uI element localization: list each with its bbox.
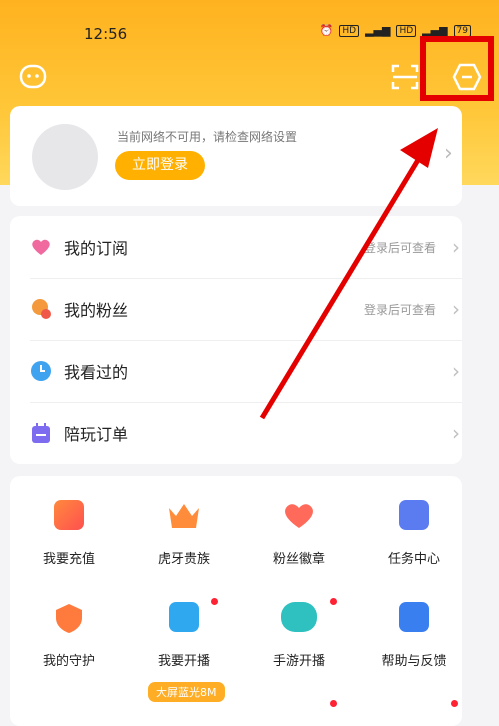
menu-card: 我的订阅 登录后可查看 › 我的粉丝 登录后可查看 › 我看过的 › 陪玩订单 … xyxy=(10,216,462,464)
menu-item-history[interactable]: 我看过的 › xyxy=(10,340,462,402)
grid-item-label: 虎牙贵族 xyxy=(157,552,210,567)
notification-dot xyxy=(330,700,337,707)
chevron-right-icon: › xyxy=(452,359,460,383)
grid-item-label: 任务中心 xyxy=(387,552,440,567)
grid-item-label: 我的守护 xyxy=(42,654,95,669)
grid-item-guard[interactable]: 我的守护 xyxy=(14,602,124,669)
notification-dot xyxy=(451,700,458,707)
chevron-right-icon: › xyxy=(452,297,460,321)
login-button[interactable]: 立即登录 xyxy=(115,151,205,180)
menu-item-label: 我看过的 xyxy=(64,363,129,382)
menu-item-subscriptions[interactable]: 我的订阅 登录后可查看 › xyxy=(10,216,462,278)
camera-icon xyxy=(169,602,199,632)
grid-item-label: 帮助与反馈 xyxy=(381,654,447,669)
chevron-right-icon: › xyxy=(444,141,453,166)
avatar[interactable] xyxy=(32,124,98,190)
menu-item-label: 我的粉丝 xyxy=(64,301,129,320)
signal-icon: ▂▄▆ xyxy=(365,24,391,37)
menu-item-label: 我的订阅 xyxy=(64,239,129,258)
notification-dot xyxy=(330,598,337,605)
grid-item-tasks[interactable]: 任务中心 xyxy=(359,500,469,567)
battery-icon: 79 xyxy=(453,24,471,37)
grid-item-noble[interactable]: 虎牙贵族 xyxy=(129,500,239,567)
menu-item-orders[interactable]: 陪玩订单 › xyxy=(10,402,462,464)
hd2-icon: HD xyxy=(396,24,417,37)
grid-item-live[interactable]: 我要开播 xyxy=(129,598,239,669)
profile-card[interactable]: 当前网络不可用，请检查网络设置 立即登录 › xyxy=(10,106,462,206)
calendar-icon xyxy=(32,423,50,443)
menu-item-fans[interactable]: 我的粉丝 登录后可查看 › xyxy=(10,278,462,340)
notification-dot xyxy=(211,598,218,605)
grid-item-label: 粉丝徽章 xyxy=(272,552,325,567)
menu-item-hint: 登录后可查看 xyxy=(363,303,436,317)
promo-badge: 大屏蓝光8M xyxy=(148,682,225,702)
clock-icon xyxy=(31,361,51,381)
gamepad-icon xyxy=(281,602,317,632)
grid-item-badge[interactable]: 粉丝徽章 xyxy=(244,500,354,567)
fans-icon xyxy=(32,299,51,319)
alarm-icon: ⏰ xyxy=(319,24,334,37)
wallet-icon xyxy=(54,500,84,530)
settings-highlight-box xyxy=(420,36,494,101)
network-hint: 当前网络不可用，请检查网络设置 xyxy=(117,130,298,144)
menu-item-hint: 登录后可查看 xyxy=(363,241,436,255)
heart-icon xyxy=(32,239,50,255)
hd-icon: HD xyxy=(339,24,360,37)
crown-icon xyxy=(169,504,199,528)
shield-icon xyxy=(56,604,82,633)
chevron-right-icon: › xyxy=(452,235,460,259)
task-icon xyxy=(399,500,429,530)
heart-badge-icon xyxy=(285,504,313,528)
help-icon xyxy=(399,602,429,632)
grid-item-help[interactable]: 帮助与反馈 xyxy=(359,602,469,669)
chat-bot-icon[interactable] xyxy=(18,62,48,92)
grid-item-recharge[interactable]: 我要充值 xyxy=(14,500,124,567)
scan-icon[interactable] xyxy=(390,62,420,92)
status-time: 12:56 xyxy=(84,25,128,43)
grid-item-label: 我要充值 xyxy=(42,552,95,567)
chevron-right-icon: › xyxy=(452,421,460,445)
menu-item-label: 陪玩订单 xyxy=(64,425,129,444)
grid-item-label: 手游开播 xyxy=(272,654,325,669)
grid-item-label: 我要开播 xyxy=(157,654,210,669)
grid-item-mobile-live[interactable]: 手游开播 xyxy=(244,598,354,669)
